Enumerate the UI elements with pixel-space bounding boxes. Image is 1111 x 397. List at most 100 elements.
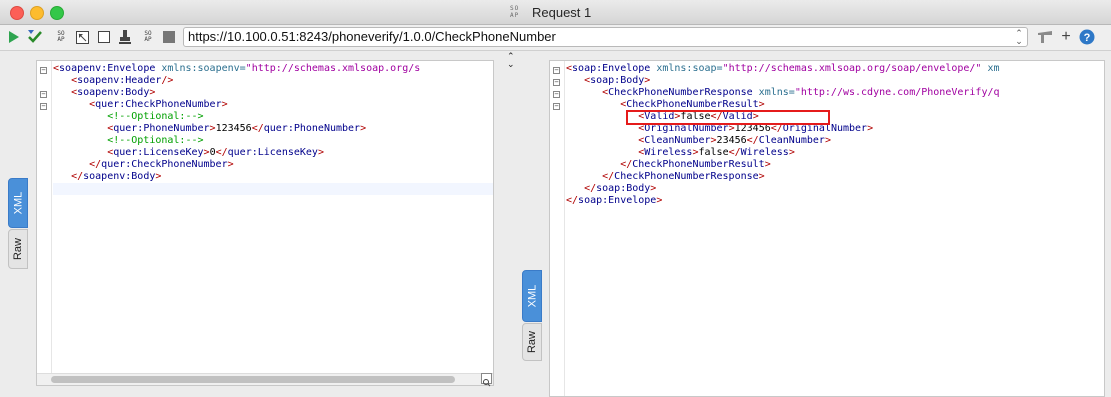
xml-token: > [656, 195, 663, 206]
fold-toggle-icon[interactable]: − [40, 67, 47, 74]
help-button[interactable]: ? [1079, 28, 1095, 46]
square-button[interactable] [161, 28, 177, 46]
xml-token: quer:LicenseKey [113, 147, 204, 158]
xml-token: </ [602, 171, 615, 182]
tab-response-raw[interactable]: Raw [522, 323, 542, 361]
xml-token [53, 123, 107, 134]
zoom-corner-icon[interactable] [481, 373, 492, 387]
minimize-window-button[interactable] [30, 6, 44, 20]
xml-token: </ [620, 159, 633, 170]
response-fold-gutter: − − − − [550, 61, 565, 396]
xml-token: > [758, 99, 765, 110]
xml-line[interactable]: </CheckPhoneNumberResult> [566, 159, 1104, 171]
request-xml-code[interactable]: <soapenv:Envelope xmlns:soapenv="http://… [53, 63, 493, 371]
xml-line[interactable]: <CleanNumber>23456</CleanNumber> [566, 135, 1104, 147]
endpoint-url-field[interactable]: https://10.100.0.51:8243/phoneverify/1.0… [183, 27, 1028, 47]
xml-token: xmlns= [752, 87, 795, 98]
xml-line[interactable]: <quer:PhoneNumber>123456</quer:PhoneNumb… [53, 123, 493, 135]
valid-element-highlight-box [626, 110, 830, 125]
xml-token: > [758, 171, 765, 182]
help-icon: ? [1079, 29, 1095, 45]
stop-button[interactable] [96, 28, 112, 46]
xml-line[interactable]: <quer:CheckPhoneNumber> [53, 99, 493, 111]
fold-toggle-icon[interactable]: − [40, 91, 47, 98]
tool-button[interactable] [1037, 28, 1053, 46]
xml-line[interactable]: <soapenv:Envelope xmlns:soapenv="http://… [53, 63, 493, 75]
resize-button[interactable] [74, 28, 90, 46]
stamp-icon [119, 30, 131, 44]
tab-response-xml[interactable]: XML [522, 270, 542, 322]
xml-token: CheckPhoneNumberResponse [608, 87, 753, 98]
endpoint-url-text: https://10.100.0.51:8243/phoneverify/1.0… [188, 29, 556, 44]
xml-token: "http://schemas.xmlsoap.org/soap/envelop… [722, 63, 982, 74]
xml-token: </ [746, 135, 759, 146]
xml-token: </ [251, 123, 264, 134]
xml-token: </ [215, 147, 228, 158]
xml-token: > [788, 147, 795, 158]
xml-line[interactable]: <soap:Body> [566, 75, 1104, 87]
xml-line[interactable]: <!--Optional:--> [53, 135, 493, 147]
tab-request-xml[interactable]: XML [8, 178, 28, 228]
splitter-handle-icon[interactable]: ⌃ ⌄ [507, 52, 515, 69]
xml-line[interactable]: <soapenv:Body> [53, 87, 493, 99]
xml-token [53, 87, 71, 98]
plus-icon[interactable]: + [1058, 28, 1074, 46]
xml-token [566, 87, 602, 98]
url-dropdown-icon[interactable]: ⌃ ⌄ [1013, 29, 1025, 46]
soap-icon[interactable]: SO AP [53, 28, 69, 46]
add-assertion-button[interactable] [27, 28, 43, 46]
xml-line[interactable]: <!--Optional:--> [53, 111, 493, 123]
scrollbar-thumb[interactable] [51, 376, 455, 383]
response-xml-code[interactable]: <soap:Envelope xmlns:soap="http://schema… [566, 63, 1104, 207]
fold-toggle-icon[interactable]: − [40, 103, 47, 110]
tab-request-raw[interactable]: Raw [8, 229, 28, 269]
window-title: Request 1 [532, 4, 592, 20]
xml-token: 123456 [215, 123, 252, 134]
xml-line[interactable]: </soapenv:Body> [53, 171, 493, 183]
xml-line[interactable]: <quer:LicenseKey>0</quer:LicenseKey> [53, 147, 493, 159]
xml-token: > [360, 123, 367, 134]
xml-token: </ [566, 195, 579, 206]
xml-token: Wireless [740, 147, 789, 158]
xml-line[interactable]: </soap:Body> [566, 183, 1104, 195]
xml-line[interactable]: </CheckPhoneNumberResponse> [566, 171, 1104, 183]
request-horizontal-scrollbar[interactable] [37, 373, 493, 385]
xml-token: <!--Optional:--> [107, 135, 204, 146]
xml-line[interactable]: <soap:Envelope xmlns:soap="http://schema… [566, 63, 1104, 75]
xml-token: CheckPhoneNumberResult [626, 99, 759, 110]
fold-toggle-icon[interactable]: − [553, 79, 560, 86]
request-xml-editor[interactable]: − − − <soapenv:Envelope xmlns:soapenv="h… [36, 60, 494, 387]
xml-token [566, 183, 584, 194]
xml-line[interactable]: </quer:CheckPhoneNumber> [53, 159, 493, 171]
soap-icon[interactable]: SO AP [140, 28, 156, 46]
fold-toggle-icon[interactable]: − [553, 103, 560, 110]
fold-toggle-icon[interactable]: − [553, 91, 560, 98]
xml-token [566, 159, 620, 170]
xml-token: > [650, 183, 657, 194]
xml-token [566, 147, 638, 158]
xml-token [566, 75, 584, 86]
square-icon [163, 31, 175, 43]
xml-line[interactable]: <CheckPhoneNumberResponse xmlns="http://… [566, 87, 1104, 99]
xml-token: xm [981, 63, 1000, 74]
xml-token: false [698, 147, 729, 158]
xml-line[interactable]: <Wireless>false</Wireless> [566, 147, 1104, 159]
zoom-window-button[interactable] [50, 6, 64, 20]
fold-toggle-icon[interactable]: − [553, 67, 560, 74]
xml-line[interactable]: </soap:Envelope> [566, 195, 1104, 207]
xml-line[interactable]: <soapenv:Header/> [53, 75, 493, 87]
resize-icon [75, 30, 89, 44]
xml-token: soapenv:Envelope [59, 63, 156, 74]
xml-token [566, 135, 638, 146]
stamp-button[interactable] [117, 28, 133, 46]
close-window-button[interactable] [10, 6, 24, 20]
xml-token: > [227, 159, 234, 170]
xml-token: Wireless [644, 147, 693, 158]
xml-token [53, 99, 89, 110]
soap-logo-icon: SO AP [510, 5, 520, 19]
request-toolbar: SO AP SO AP https://10.100.0.51:8243/phone… [0, 25, 1111, 51]
xml-token: quer:CheckPhoneNumber [95, 99, 222, 110]
response-xml-editor[interactable]: − − − − <soap:Envelope xmlns:soap="http:… [549, 60, 1105, 397]
xml-token [566, 171, 602, 182]
run-request-button[interactable] [6, 28, 22, 46]
